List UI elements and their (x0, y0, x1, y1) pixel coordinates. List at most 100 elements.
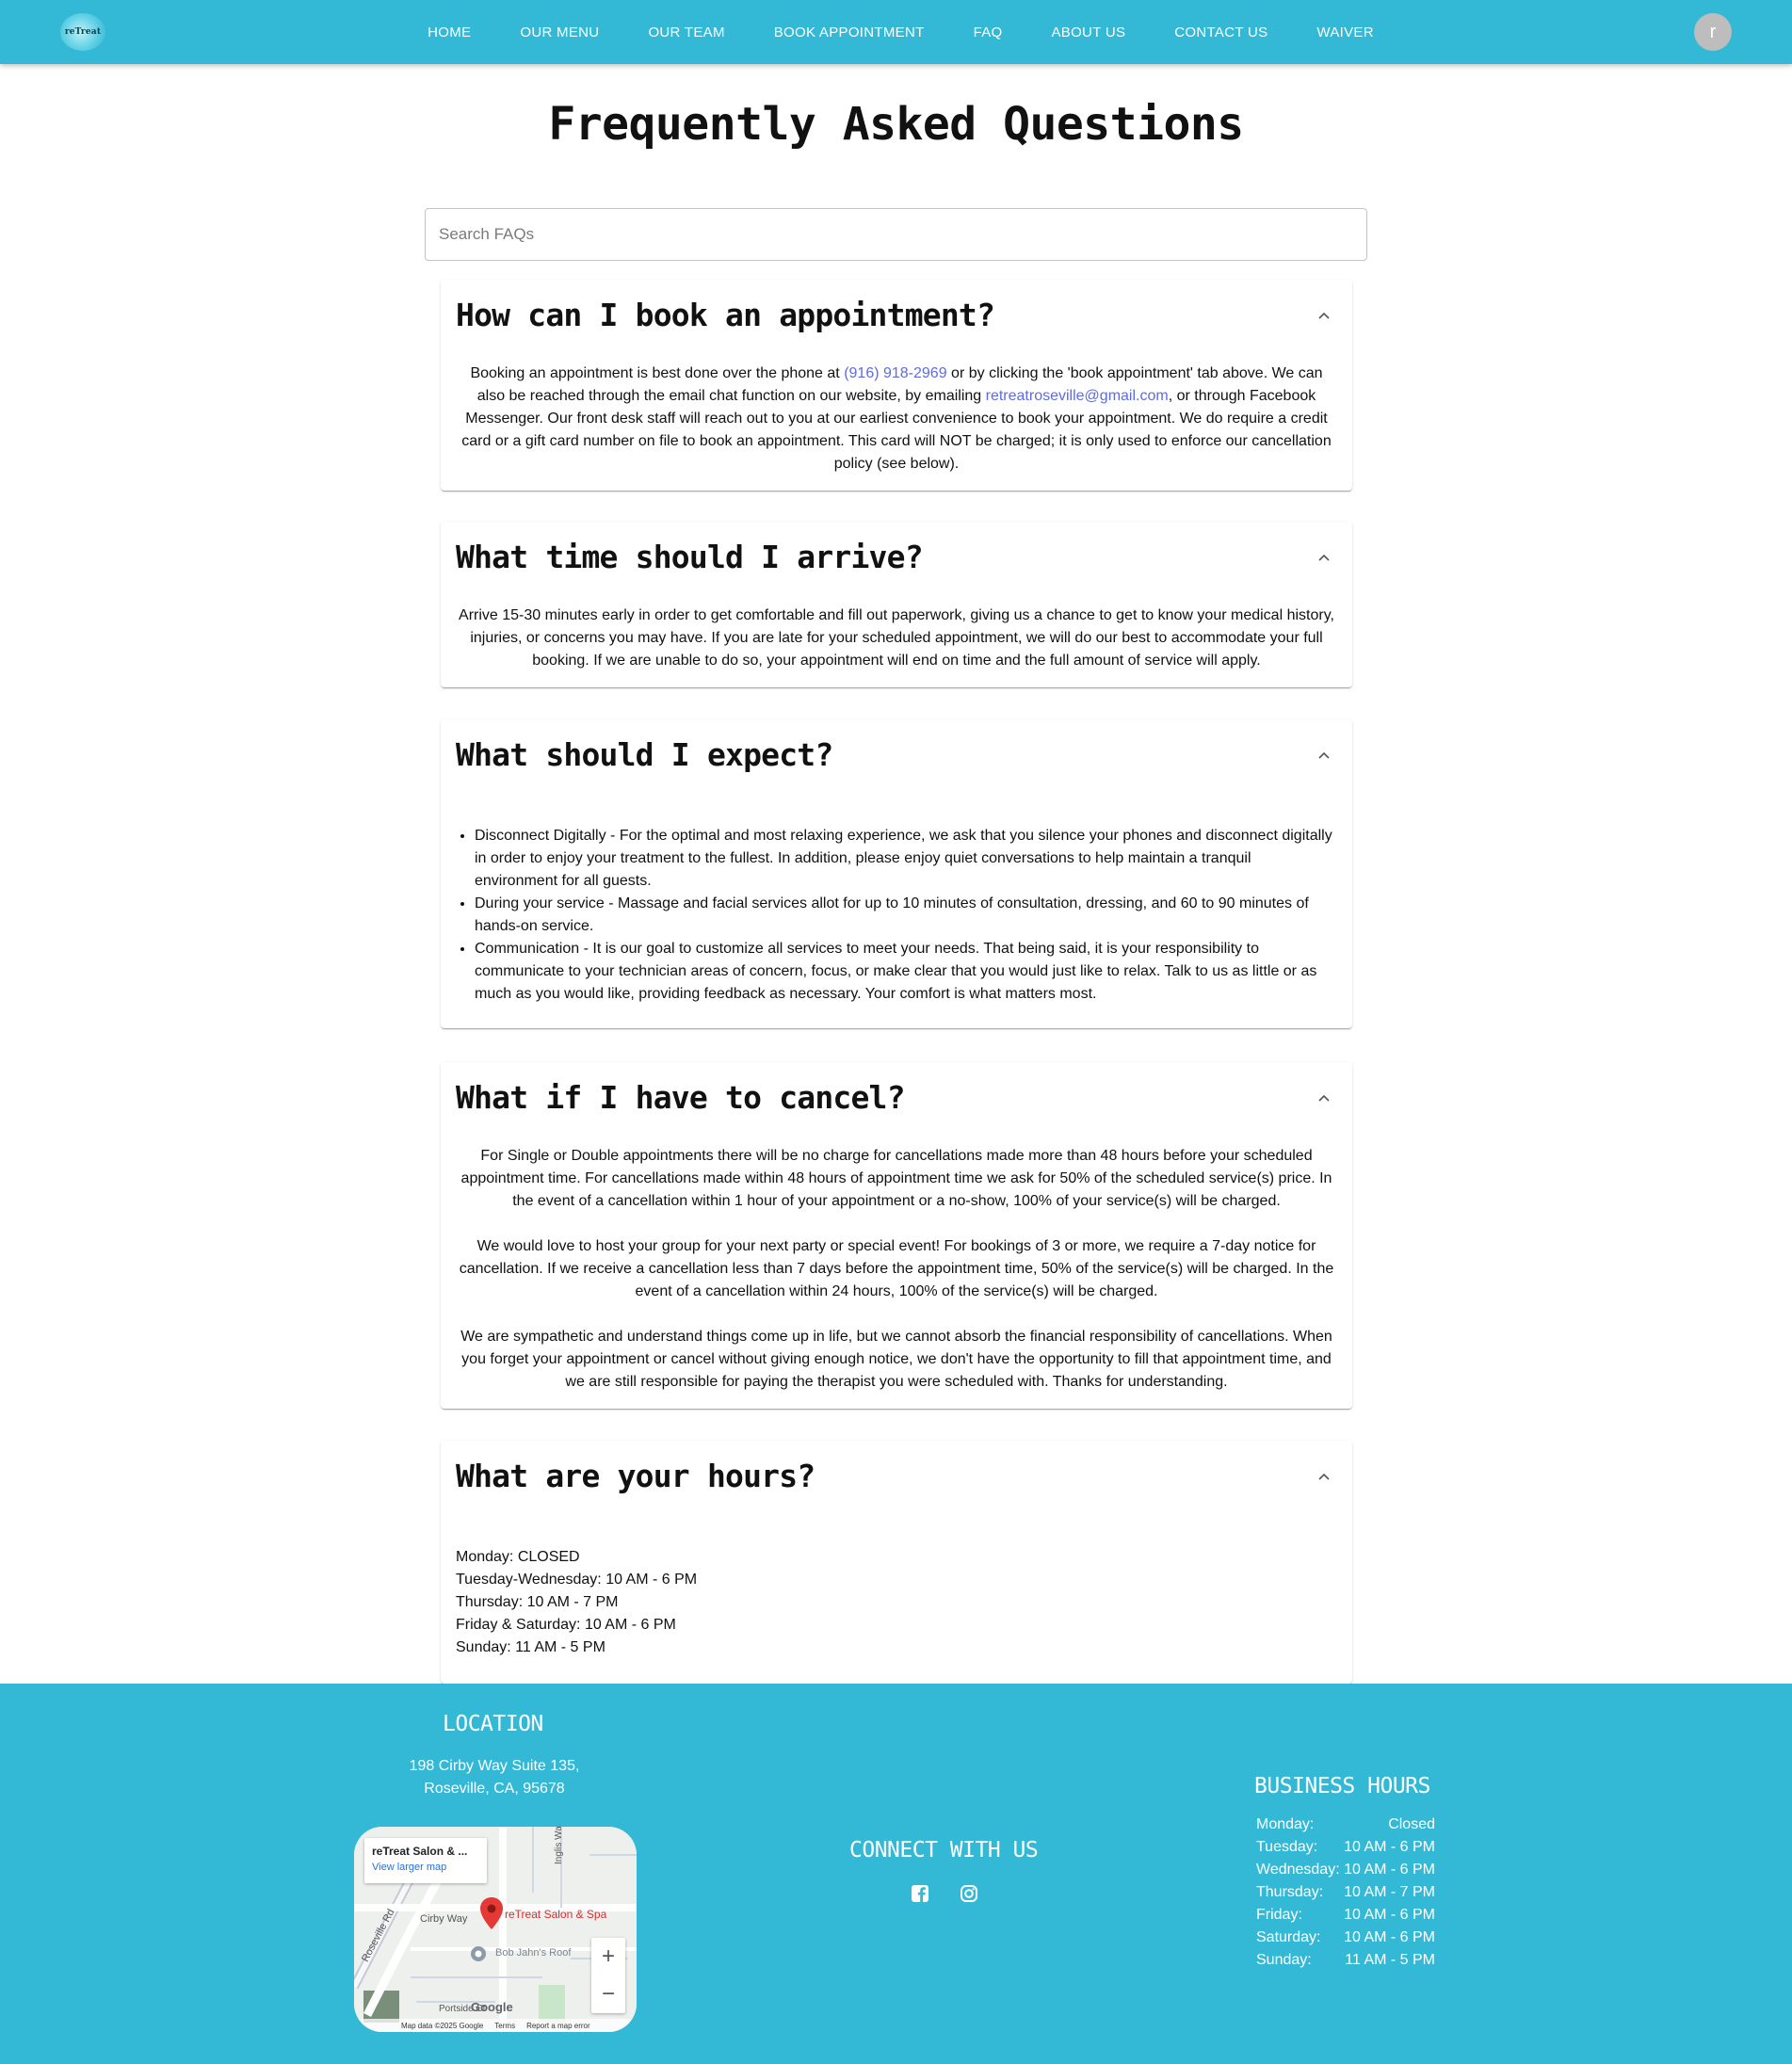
hours-row: Sunday: 11 AM - 5 PM (1256, 1949, 1435, 1972)
faq-answer: Disconnect Digitally - For the optimal a… (441, 795, 1352, 1028)
faq-question: What are your hours? (456, 1458, 815, 1494)
poi-marker-icon (471, 1946, 486, 1961)
address: 198 Cirby Way Suite 135, Roseville, CA, … (377, 1755, 612, 1800)
list-item: During your service - Massage and facial… (475, 893, 1337, 938)
nav-our-team[interactable]: OUR TEAM (648, 24, 724, 40)
site-footer: LOCATION 198 Cirby Way Suite 135, Rosevi… (0, 1684, 1792, 2064)
faq-answer: Arrive 15-30 minutes early in order to g… (459, 607, 1334, 669)
hours-time: 10 AM - 6 PM (1344, 1907, 1435, 1923)
hours-line: Tuesday-Wednesday: 10 AM - 6 PM (456, 1572, 698, 1588)
hours-day: Thursday: (1256, 1884, 1324, 1900)
street-label: Cirby Way (420, 1913, 468, 1925)
faq-answer: Monday: CLOSED Tuesday-Wednesday: 10 AM … (441, 1516, 1352, 1674)
faq-card-arrive: What time should I arrive? Arrive 15-30 … (441, 522, 1352, 687)
nav-our-menu[interactable]: OUR MENU (520, 24, 599, 40)
nav-home[interactable]: HOME (428, 24, 471, 40)
faq-search-input[interactable] (426, 209, 1366, 260)
answer-paragraph: We are sympathetic and understand things… (460, 1329, 1332, 1390)
answer-text: Booking an appointment is best done over… (470, 365, 845, 381)
hours-line: Sunday: 11 AM - 5 PM (456, 1639, 605, 1655)
faq-card-expect: What should I expect? Disconnect Digital… (441, 719, 1352, 1028)
faq-header-hours[interactable]: What are your hours? (441, 1441, 1352, 1516)
hours-row: Saturday: 10 AM - 6 PM (1256, 1927, 1435, 1949)
hours-day: Monday: (1256, 1816, 1315, 1832)
faq-header-expect[interactable]: What should I expect? (441, 719, 1352, 795)
faq-question: What if I have to cancel? (456, 1079, 906, 1116)
hours-day: Sunday: (1256, 1952, 1312, 1968)
chevron-up-icon[interactable] (1316, 748, 1332, 763)
email-link[interactable]: retreatroseville@gmail.com (986, 388, 1169, 404)
faq-header-booking[interactable]: How can I book an appointment? (441, 280, 1352, 355)
hours-time: 10 AM - 6 PM (1344, 1929, 1435, 1945)
nav-book-appointment[interactable]: BOOK APPOINTMENT (774, 24, 925, 40)
address-line: Roseville, CA, 95678 (424, 1781, 565, 1797)
hours-day: Friday: (1256, 1907, 1302, 1923)
google-logo: Google (471, 2000, 513, 2014)
zoom-out-icon[interactable]: − (602, 1981, 615, 2008)
map-info-card: reTreat Salon & ... View larger map (364, 1838, 487, 1883)
faq-question: What should I expect? (456, 736, 833, 773)
phone-link[interactable]: (916) 918-2969 (844, 365, 946, 381)
chevron-up-icon[interactable] (1316, 1090, 1332, 1105)
map-place-name: reTreat Salon & ... (372, 1845, 468, 1858)
faq-header-cancel[interactable]: What if I have to cancel? (441, 1062, 1352, 1137)
hours-line: Thursday: 10 AM - 7 PM (456, 1594, 619, 1610)
location-heading: LOCATION (443, 1712, 543, 1736)
nav-menu: HOME OUR MENU OUR TEAM BOOK APPOINTMENT … (0, 0, 1792, 64)
hours-line: Friday & Saturday: 10 AM - 6 PM (456, 1617, 676, 1633)
instagram-icon[interactable] (959, 1883, 979, 1904)
faq-card-cancel: What if I have to cancel? For Single or … (441, 1062, 1352, 1409)
chevron-up-icon[interactable] (1316, 308, 1332, 323)
faq-question: What time should I arrive? (456, 539, 924, 575)
top-nav: reTreat HOME OUR MENU OUR TEAM BOOK APPO… (0, 0, 1792, 64)
zoom-in-icon[interactable]: + (602, 1943, 615, 1970)
hours-time: Closed (1388, 1816, 1435, 1832)
chevron-up-icon[interactable] (1316, 550, 1332, 565)
list-item: Communication - It is our goal to custom… (475, 938, 1337, 1006)
user-avatar[interactable]: r (1694, 13, 1732, 51)
map-pin-icon (480, 1897, 503, 1929)
map-credit-bar: Map data ©2025 Google Terms Report a map… (354, 2019, 637, 2032)
hours-row: Friday: 10 AM - 6 PM (1256, 1904, 1435, 1927)
business-hours-table: Monday: Closed Tuesday: 10 AM - 6 PM Wedne… (1256, 1814, 1435, 1972)
faq-search-box (425, 208, 1367, 261)
faq-question: How can I book an appointment? (456, 297, 995, 333)
faq-header-arrive[interactable]: What time should I arrive? (441, 522, 1352, 597)
social-links (910, 1883, 979, 1904)
hours-list: Monday: CLOSED Tuesday-Wednesday: 10 AM … (456, 1546, 1337, 1659)
faq-card-hours: What are your hours? Monday: CLOSED Tues… (441, 1441, 1352, 1684)
hours-day: Tuesday: (1256, 1839, 1318, 1855)
hours-line: Monday: CLOSED (456, 1549, 580, 1565)
hours-time: 10 AM - 7 PM (1344, 1884, 1435, 1900)
connect-heading: CONNECT WITH US (849, 1838, 1039, 1862)
faq-answer: For Single or Double appointments there … (441, 1137, 1352, 1409)
map-pin-label: reTreat Salon & Spa (505, 1908, 607, 1921)
map-zoom-controls: + − (591, 1938, 625, 2013)
page-title: Frequently Asked Questions (548, 98, 1244, 151)
hours-row: Wednesday: 10 AM - 6 PM (1256, 1859, 1435, 1881)
hours-row: Tuesday: 10 AM - 6 PM (1256, 1836, 1435, 1859)
map-data-credit: Map data ©2025 Google (401, 2021, 484, 2030)
report-error-link[interactable]: Report a map error (526, 2022, 590, 2030)
nav-about-us[interactable]: ABOUT US (1051, 24, 1125, 40)
answer-paragraph: For Single or Double appointments there … (460, 1148, 1332, 1209)
view-larger-map-link[interactable]: View larger map (372, 1862, 479, 1873)
hours-time: 11 AM - 5 PM (1345, 1952, 1435, 1968)
hours-row: Monday: Closed (1256, 1814, 1435, 1836)
answer-paragraph: We would love to host your group for you… (459, 1238, 1334, 1299)
business-hours-heading: BUSINESS HOURS (1254, 1774, 1430, 1798)
location-map[interactable]: reTreat Salon & ... View larger map reTr… (354, 1827, 637, 2032)
map-terms-link[interactable]: Terms (494, 2022, 515, 2030)
list-item: Disconnect Digitally - For the optimal a… (475, 825, 1337, 893)
address-line: 198 Cirby Way Suite 135, (409, 1758, 580, 1774)
hours-day: Saturday: (1256, 1929, 1321, 1945)
street-label: Inglis Way (554, 1827, 564, 1864)
faq-answer: Booking an appointment is best done over… (441, 355, 1352, 491)
hours-day: Wednesday: (1256, 1862, 1340, 1878)
chevron-up-icon[interactable] (1316, 1469, 1332, 1484)
nav-waiver[interactable]: WAIVER (1316, 24, 1373, 40)
nav-faq[interactable]: FAQ (974, 24, 1003, 40)
facebook-icon[interactable] (910, 1883, 930, 1904)
nav-contact-us[interactable]: CONTACT US (1174, 24, 1267, 40)
hours-row: Thursday: 10 AM - 7 PM (1256, 1881, 1435, 1904)
